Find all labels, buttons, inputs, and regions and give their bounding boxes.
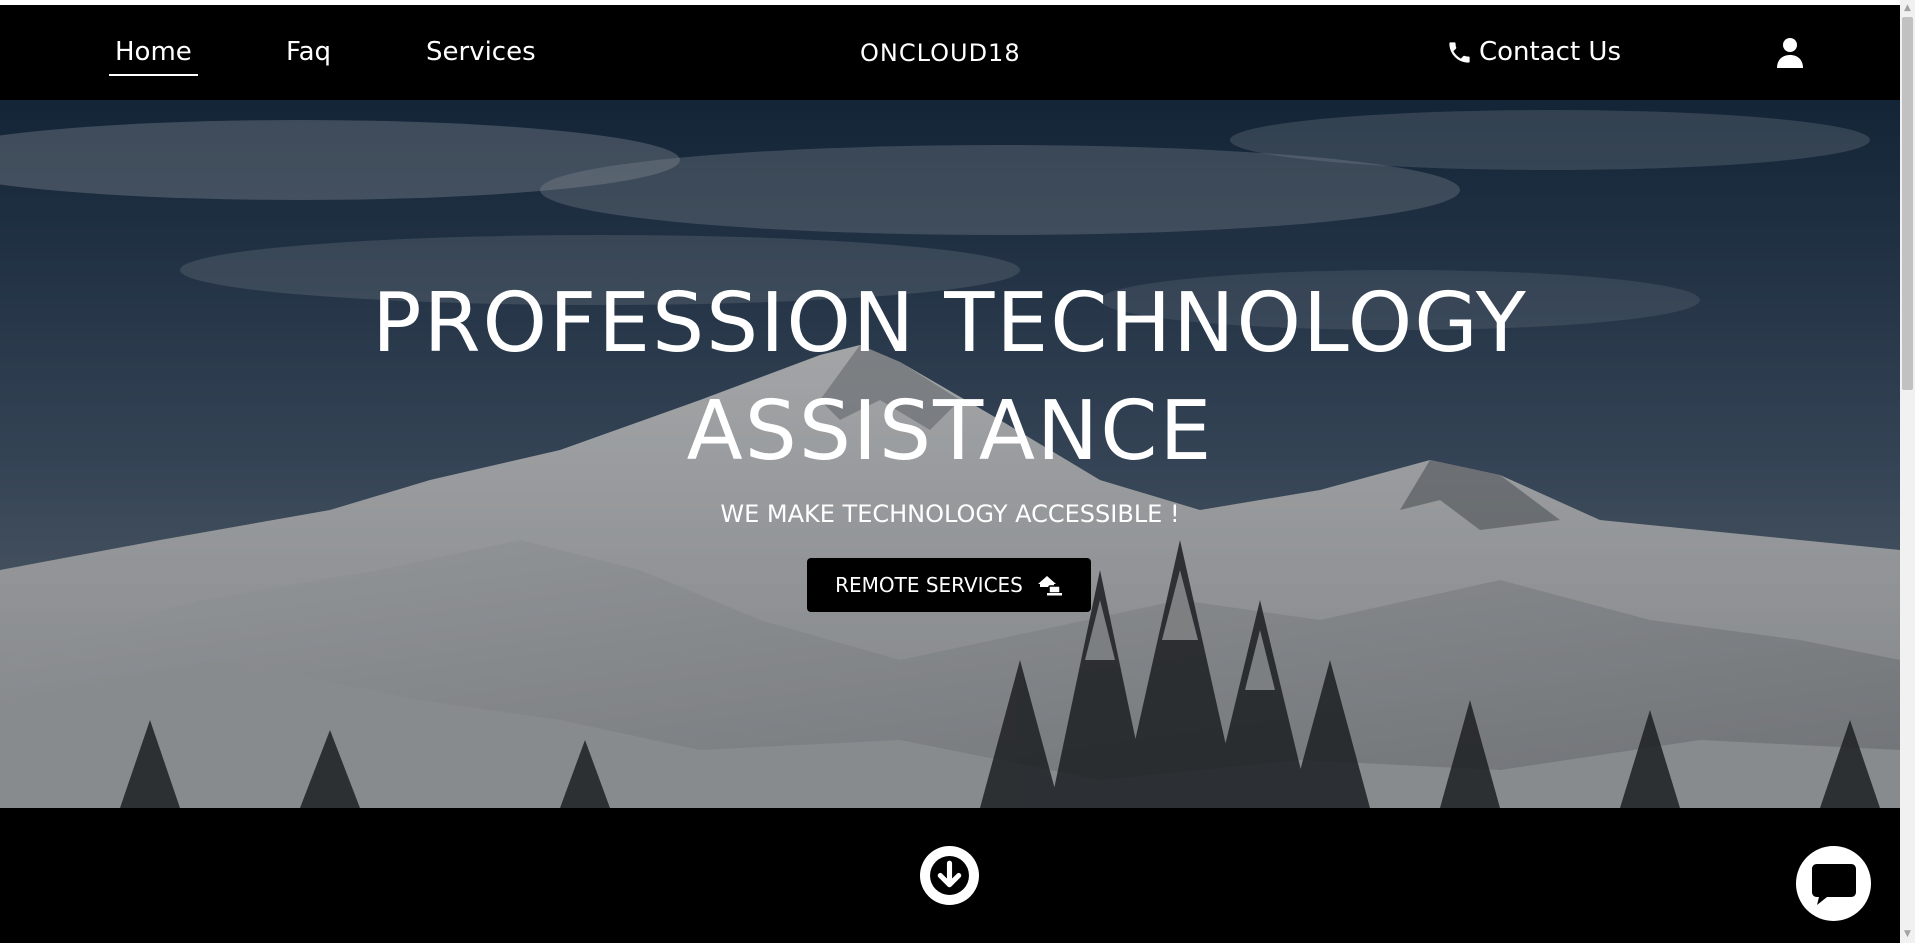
scroll-down-button[interactable] [920, 846, 979, 905]
hero-title: PROFESSION TECHNOLOGY ASSISTANCE [0, 270, 1900, 486]
page-scrollbar[interactable]: ▲ ▼ [1900, 0, 1915, 943]
contact-us-link[interactable]: Contact Us [1446, 35, 1621, 69]
nav-link-services[interactable]: Services [426, 35, 536, 69]
scroll-up-arrow-icon[interactable]: ▲ [1900, 0, 1915, 17]
nav-link-home[interactable]: Home [109, 35, 198, 76]
user-icon[interactable] [1776, 37, 1804, 69]
nav-link-faq[interactable]: Faq [286, 35, 331, 69]
arrow-down-circle-icon [930, 856, 969, 895]
phone-icon [1449, 41, 1470, 63]
brand-logo-text[interactable]: ONCLOUD18 [860, 37, 1021, 69]
bottom-section [0, 808, 1900, 943]
remote-services-label: REMOTE SERVICES [835, 573, 1023, 597]
scroll-down-arrow-icon[interactable]: ▼ [1900, 926, 1915, 943]
chat-widget-button[interactable] [1796, 846, 1871, 921]
hero-section: PROFESSION TECHNOLOGY ASSISTANCE WE MAKE… [0, 100, 1900, 808]
hero-subtitle: WE MAKE TECHNOLOGY ACCESSIBLE ! [720, 500, 1180, 528]
remote-services-button[interactable]: REMOTE SERVICES [807, 558, 1091, 612]
hero-title-line-1: PROFESSION TECHNOLOGY [372, 276, 1528, 371]
chat-bubble-icon [1812, 864, 1856, 905]
contact-us-label: Contact Us [1479, 37, 1621, 67]
home-laptop-icon [1037, 576, 1062, 596]
hero-title-line-2: ASSISTANCE [686, 384, 1214, 479]
page: Home Faq Services ONCLOUD18 Contact Us P… [0, 0, 1915, 943]
navbar: Home Faq Services ONCLOUD18 Contact Us [0, 5, 1900, 100]
scrollbar-thumb[interactable] [1902, 17, 1913, 390]
